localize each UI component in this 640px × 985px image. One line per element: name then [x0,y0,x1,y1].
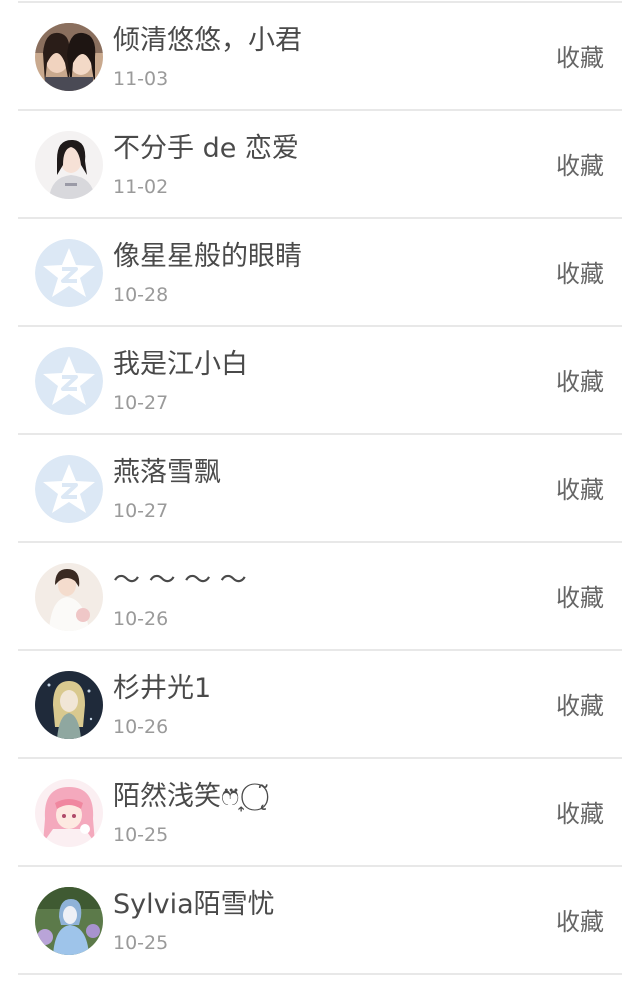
friend-date: 11-02 [113,176,169,198]
friend-date: 11-03 [113,68,169,90]
anime-blue-dress-avatar-icon[interactable] [35,887,103,955]
favorite-button[interactable]: 收藏 [556,689,604,723]
default-qzone-star-avatar-icon[interactable] [35,347,103,415]
favorite-button[interactable]: 收藏 [556,149,604,183]
friend-name: 我是江小白 [113,349,248,380]
favorite-button[interactable]: 收藏 [556,581,604,615]
friend-date: 10-27 [113,500,169,522]
friend-name: ～ ～ ～ ～ [113,565,247,596]
friend-row[interactable]: 杉井光1 10-26 收藏 [0,651,640,759]
friend-row[interactable]: 像星星般的眼睛 10-28 收藏 [0,219,640,327]
anime-pink-hair-avatar-icon[interactable] [35,779,103,847]
friend-date: 10-28 [113,284,169,306]
friend-date: 10-26 [113,608,169,630]
friend-row[interactable]: ～ ～ ～ ～ 10-26 收藏 [0,543,640,651]
friend-row[interactable]: 倾清悠悠，小君 11-03 收藏 [0,3,640,111]
friend-name: 杉井光1 [113,673,212,704]
favorite-button[interactable]: 收藏 [556,797,604,831]
default-qzone-star-avatar-icon[interactable] [35,239,103,307]
friend-date: 10-25 [113,932,169,954]
photo-girl-white-dress-avatar-icon[interactable] [35,563,103,631]
friend-row[interactable]: 我是江小白 10-27 收藏 [0,327,640,435]
photo-two-girls-avatar-icon[interactable] [35,23,103,91]
favorite-button[interactable]: 收藏 [556,257,604,291]
anime-girl-dark-avatar-icon[interactable] [35,671,103,739]
favorite-button[interactable]: 收藏 [556,473,604,507]
friend-name: Sylvia陌雪忧 [113,889,275,920]
favorite-button[interactable]: 收藏 [556,905,604,939]
friend-row[interactable]: 燕落雪飘 10-27 收藏 [0,435,640,543]
favorite-button[interactable]: 收藏 [556,41,604,75]
friend-list: 倾清悠悠，小君 11-03 收藏 不分手 de 恋爱 11-02 收藏 像星星般… [0,0,640,985]
friend-name: 像星星般的眼睛 [113,241,302,272]
friend-name: 倾清悠悠，小君 [113,25,302,56]
friend-date: 10-27 [113,392,169,414]
friend-name: 燕落雪飘 [113,457,221,488]
default-qzone-star-avatar-icon[interactable] [35,455,103,523]
friend-date: 10-25 [113,824,169,846]
friend-row[interactable]: Sylvia陌雪忧 10-25 收藏 [0,867,640,975]
friend-row[interactable]: 陌然浅笑ෆ⃛ ͎ ⃝ ̨͂ 10-25 收藏 [0,759,640,867]
friend-name: 陌然浅笑ෆ⃛ ͎ ⃝ ̨͂ [113,781,270,812]
favorite-button[interactable]: 收藏 [556,365,604,399]
friend-name: 不分手 de 恋爱 [113,133,299,164]
photo-girl-avatar-icon[interactable] [35,131,103,199]
friend-row[interactable]: 不分手 de 恋爱 11-02 收藏 [0,111,640,219]
friend-date: 10-26 [113,716,169,738]
